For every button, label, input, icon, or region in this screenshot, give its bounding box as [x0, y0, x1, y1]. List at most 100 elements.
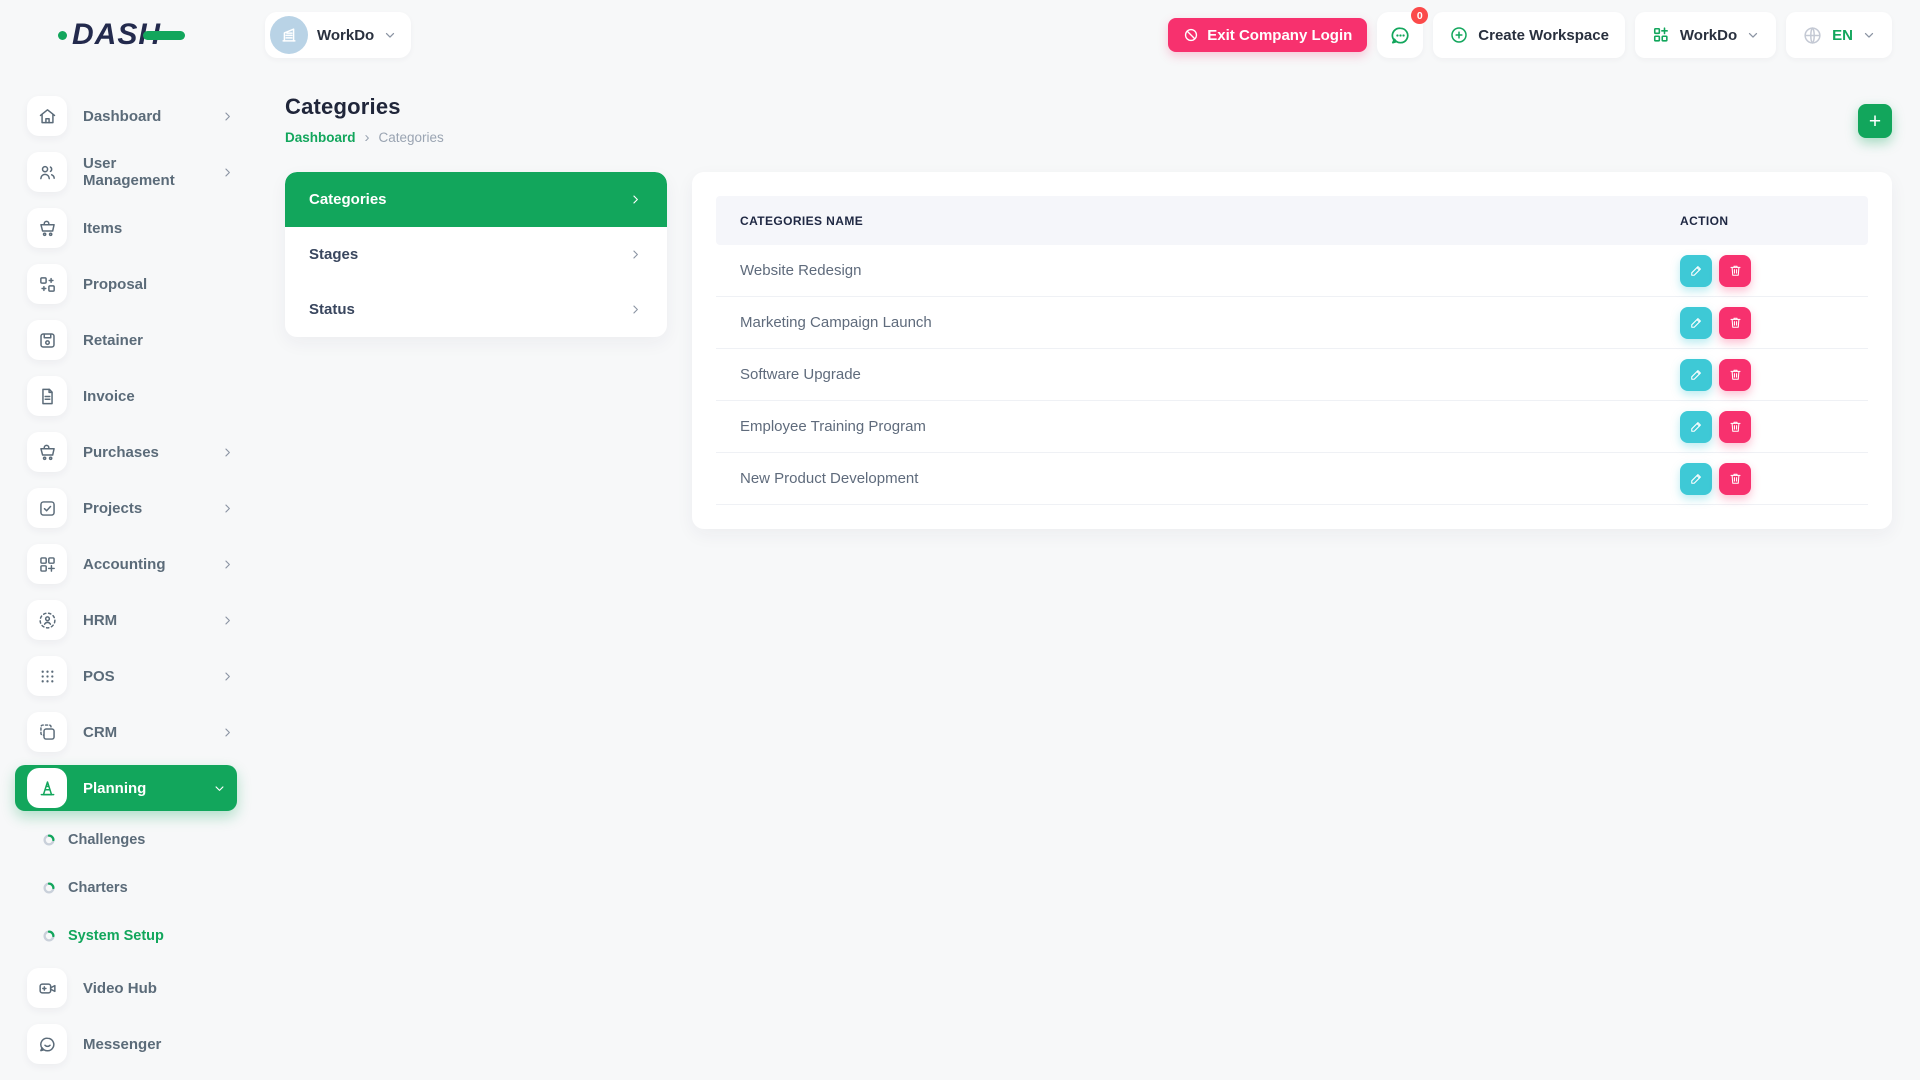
tab-label: Stages	[309, 246, 358, 263]
sidebar-item-label: System Setup	[68, 928, 164, 944]
logo-dash-icon	[143, 31, 185, 40]
company-selector[interactable]: WorkDo	[265, 12, 411, 58]
sidebar-item-label: Invoice	[83, 388, 245, 405]
add-category-button[interactable]: +	[1858, 104, 1892, 138]
pencil-icon	[1689, 419, 1704, 434]
tab-label: Categories	[309, 191, 387, 208]
building-icon	[279, 25, 299, 45]
tab-stages[interactable]: Stages	[285, 227, 667, 282]
delete-button[interactable]	[1719, 307, 1751, 339]
workspace-selector[interactable]: WorkDo	[1635, 12, 1776, 58]
tab-status[interactable]: Status	[285, 282, 667, 337]
sidebar-item-messenger[interactable]: Messenger	[27, 1016, 245, 1072]
pencil-icon	[1689, 471, 1704, 486]
language-selector[interactable]: EN	[1786, 12, 1892, 58]
breadcrumb-separator-icon: ›	[365, 129, 370, 146]
sidebar-item-planning[interactable]: Planning	[15, 765, 237, 811]
edit-button[interactable]	[1680, 463, 1712, 495]
trash-icon	[1728, 367, 1743, 382]
chevron-right-icon	[220, 165, 235, 180]
table-body: Website Redesign Marketing Campaign Launc…	[716, 245, 1868, 505]
chevron-right-icon	[220, 725, 235, 740]
projects-icon	[27, 488, 67, 528]
messenger-header-button[interactable]: 0	[1377, 12, 1423, 58]
delete-button[interactable]	[1719, 411, 1751, 443]
sidebar-item-video-hub[interactable]: Video Hub	[27, 960, 245, 1016]
chat-bubble-icon	[1389, 24, 1412, 47]
video-camera-icon	[27, 968, 67, 1008]
chevron-right-icon	[220, 613, 235, 628]
app-logo[interactable]: DASH	[0, 18, 255, 52]
row-actions	[1680, 359, 1868, 391]
sidebar-item-charters[interactable]: Charters	[27, 864, 245, 912]
sidebar-item-label: Video Hub	[83, 980, 245, 997]
table-row-website-redesign: Website Redesign	[716, 245, 1868, 297]
language-code: EN	[1832, 27, 1853, 44]
retainer-icon	[27, 320, 67, 360]
chevron-down-icon	[212, 781, 227, 796]
edit-button[interactable]	[1680, 255, 1712, 287]
progress-bullet-icon	[42, 833, 56, 847]
progress-bullet-icon	[42, 881, 56, 895]
category-name: Software Upgrade	[716, 366, 1680, 383]
edit-button[interactable]	[1680, 307, 1712, 339]
sidebar-item-accounting[interactable]: Accounting	[27, 536, 245, 592]
home-icon	[27, 96, 67, 136]
sidebar-item-dashboard[interactable]: Dashboard	[27, 88, 245, 144]
exit-company-login-button[interactable]: Exit Company Login	[1168, 18, 1367, 52]
pencil-icon	[1689, 263, 1704, 278]
sidebar-item-label: Retainer	[83, 332, 245, 349]
edit-button[interactable]	[1680, 411, 1712, 443]
create-workspace-label: Create Workspace	[1478, 27, 1609, 44]
sidebar-item-label: User Management	[83, 155, 204, 189]
globe-icon	[1802, 25, 1823, 46]
workspace-grid-icon	[1651, 25, 1671, 45]
delete-button[interactable]	[1719, 463, 1751, 495]
breadcrumb-dashboard-link[interactable]: Dashboard	[285, 130, 356, 145]
row-actions	[1680, 411, 1868, 443]
company-name: WorkDo	[317, 27, 374, 44]
delete-button[interactable]	[1719, 359, 1751, 391]
planning-cone-icon	[27, 768, 67, 808]
hrm-icon	[27, 600, 67, 640]
logo-dot-icon	[58, 31, 67, 40]
sidebar-item-label: Messenger	[83, 1036, 245, 1053]
progress-bullet-icon	[42, 929, 56, 943]
sidebar-item-projects[interactable]: Projects	[27, 480, 245, 536]
sidebar-item-pos[interactable]: POS	[27, 648, 245, 704]
trash-icon	[1728, 263, 1743, 278]
trash-icon	[1728, 315, 1743, 330]
exit-button-label: Exit Company Login	[1207, 27, 1352, 44]
sidebar-item-items[interactable]: Items	[27, 200, 245, 256]
pencil-icon	[1689, 367, 1704, 382]
sidebar-item-system-setup[interactable]: System Setup	[27, 912, 245, 960]
category-name: Website Redesign	[716, 262, 1680, 279]
table-row-marketing-campaign-launch: Marketing Campaign Launch	[716, 297, 1868, 349]
sidebar-item-challenges[interactable]: Challenges	[27, 816, 245, 864]
page-heading-block: Categories Dashboard › Categories	[285, 94, 444, 146]
items-cart-icon	[27, 208, 67, 248]
sidebar-item-label: Proposal	[83, 276, 245, 293]
sidebar-item-invoice[interactable]: Invoice	[27, 368, 245, 424]
company-avatar	[270, 16, 308, 54]
sidebar-item-label: Purchases	[83, 444, 204, 461]
chevron-right-icon	[220, 109, 235, 124]
sidebar-item-label: Projects	[83, 500, 204, 517]
category-name: New Product Development	[716, 470, 1680, 487]
delete-button[interactable]	[1719, 255, 1751, 287]
sidebar-item-label: Charters	[68, 880, 128, 896]
sidebar-item-crm[interactable]: CRM	[27, 704, 245, 760]
tab-label: Status	[309, 301, 355, 318]
sidebar-item-user-management[interactable]: User Management	[27, 144, 245, 200]
edit-button[interactable]	[1680, 359, 1712, 391]
tab-categories[interactable]: Categories	[285, 172, 667, 227]
sidebar-item-purchases[interactable]: Purchases	[27, 424, 245, 480]
sidebar-item-retainer[interactable]: Retainer	[27, 312, 245, 368]
sidebar-item-proposal[interactable]: Proposal	[27, 256, 245, 312]
pos-icon	[27, 656, 67, 696]
chevron-down-icon	[1862, 28, 1876, 42]
create-workspace-button[interactable]: Create Workspace	[1433, 12, 1625, 58]
table-row-software-upgrade: Software Upgrade	[716, 349, 1868, 401]
sidebar-item-hrm[interactable]: HRM	[27, 592, 245, 648]
messenger-icon	[27, 1024, 67, 1064]
